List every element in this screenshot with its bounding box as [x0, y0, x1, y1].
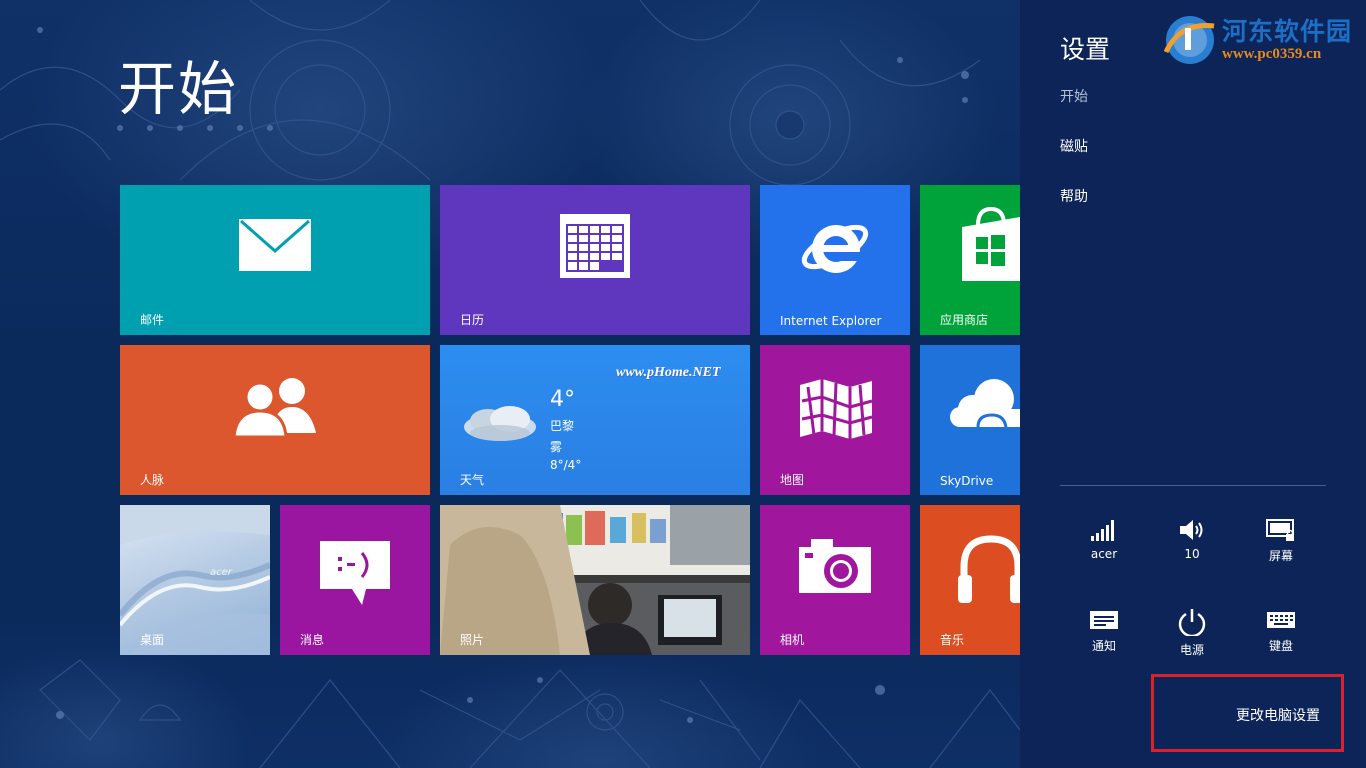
quick-setting-volume[interactable]: 10 [1157, 518, 1227, 561]
tile-label: 天气 [460, 473, 485, 487]
tile-label: 邮件 [140, 313, 165, 327]
site-name: 河东软件园 [1222, 19, 1353, 46]
people-icon [232, 378, 316, 439]
office-photo [440, 505, 750, 655]
watermark-text: www.pHome.NET [616, 365, 721, 380]
notifications-icon [1090, 611, 1118, 629]
tile-internet-explorer[interactable]: Internet Explorer [760, 185, 910, 335]
quick-setting-label: 电源 [1179, 643, 1204, 657]
tile-desktop[interactable]: acer 桌面 [120, 505, 270, 655]
charm-title: 设置 [1060, 35, 1111, 64]
tile-messaging[interactable]: 消息 [280, 505, 430, 655]
quick-setting-notifications[interactable]: 通知 [1069, 608, 1139, 654]
mail-icon [239, 219, 311, 271]
tile-label: 相机 [780, 633, 805, 647]
quick-setting-power[interactable]: 电源 [1157, 608, 1227, 658]
quick-setting-network[interactable]: acer [1069, 518, 1139, 561]
tile-camera[interactable]: 相机 [760, 505, 910, 655]
tile-label: 桌面 [140, 633, 165, 647]
tile-maps[interactable]: 地图 [760, 345, 910, 495]
wallpaper-brand-text: acer [210, 567, 232, 578]
quick-setting-label: 10 [1184, 547, 1200, 561]
weather-temperature: 4° [550, 387, 575, 412]
quick-setting-label: 键盘 [1268, 639, 1293, 653]
quick-setting-screen[interactable]: 屏幕 [1246, 518, 1316, 564]
charm-link-tiles[interactable]: 磁贴 [1060, 136, 1088, 156]
tile-weather[interactable]: www.pHome.NET 4° 巴黎 雾 8°/4° 天气 [440, 345, 750, 495]
start-title: 开始 [118, 55, 239, 123]
tile-calendar[interactable]: 日历 [440, 185, 750, 335]
volume-icon [1180, 520, 1203, 540]
charm-link-help[interactable]: 帮助 [1060, 186, 1088, 206]
tile-people[interactable]: 人脉 [120, 345, 430, 495]
quick-setting-label: 屏幕 [1268, 549, 1293, 563]
fog-cloud-icon [464, 406, 536, 441]
tile-label: SkyDrive [940, 474, 994, 488]
site-logo-icon [1163, 16, 1215, 64]
tile-skydrive[interactable]: SkyDrive [920, 345, 1020, 495]
weather-range: 8°/4° [550, 458, 582, 472]
charm-subtitle: 开始 [1060, 89, 1088, 105]
camera-icon [799, 539, 871, 593]
tile-label: 照片 [460, 633, 485, 647]
keyboard-icon [1267, 612, 1295, 628]
start-screen: 开始 邮件 日历 Internet Explorer 应用商店 人脉 www.p… [0, 0, 1020, 768]
map-icon [800, 379, 873, 439]
settings-charm: 设置 开始 磁贴 帮助 acer 10 屏幕 通知 电源 键盘 更改电脑设置 [1020, 0, 1366, 768]
quick-setting-keyboard[interactable]: 键盘 [1246, 608, 1316, 654]
screen-brightness-icon [1266, 519, 1294, 541]
tile-label: 音乐 [940, 633, 965, 647]
tile-music[interactable]: 音乐 [920, 505, 1020, 655]
tile-label: 应用商店 [940, 313, 989, 327]
tile-store[interactable]: 应用商店 [920, 185, 1020, 335]
quick-setting-label: acer [1090, 547, 1118, 561]
network-signal-icon [1091, 520, 1114, 541]
cloud-icon [950, 379, 1020, 428]
tile-label: 日历 [460, 313, 485, 327]
weather-city: 巴黎 [550, 419, 575, 433]
tile-label: 地图 [780, 473, 805, 487]
quick-setting-label: 通知 [1091, 639, 1116, 653]
headphones-icon [958, 535, 1020, 603]
internet-explorer-icon [801, 224, 869, 273]
tile-label: Internet Explorer [780, 314, 882, 328]
site-watermark: 河东软件园 www.pc0359.cn [1160, 8, 1366, 70]
tile-label: 人脉 [140, 473, 165, 487]
tile-mail[interactable]: 邮件 [120, 185, 430, 335]
site-url: www.pc0359.cn [1222, 46, 1322, 62]
divider [1060, 485, 1326, 486]
store-bag-icon [962, 206, 1020, 281]
tile-photos[interactable]: 照片 [440, 505, 750, 655]
calendar-icon [560, 214, 630, 278]
message-bubble-icon [320, 541, 390, 605]
tile-label: 消息 [300, 633, 325, 647]
annotation-highlight-box [1151, 674, 1344, 752]
power-icon [1178, 609, 1206, 636]
weather-condition: 雾 [550, 440, 563, 454]
